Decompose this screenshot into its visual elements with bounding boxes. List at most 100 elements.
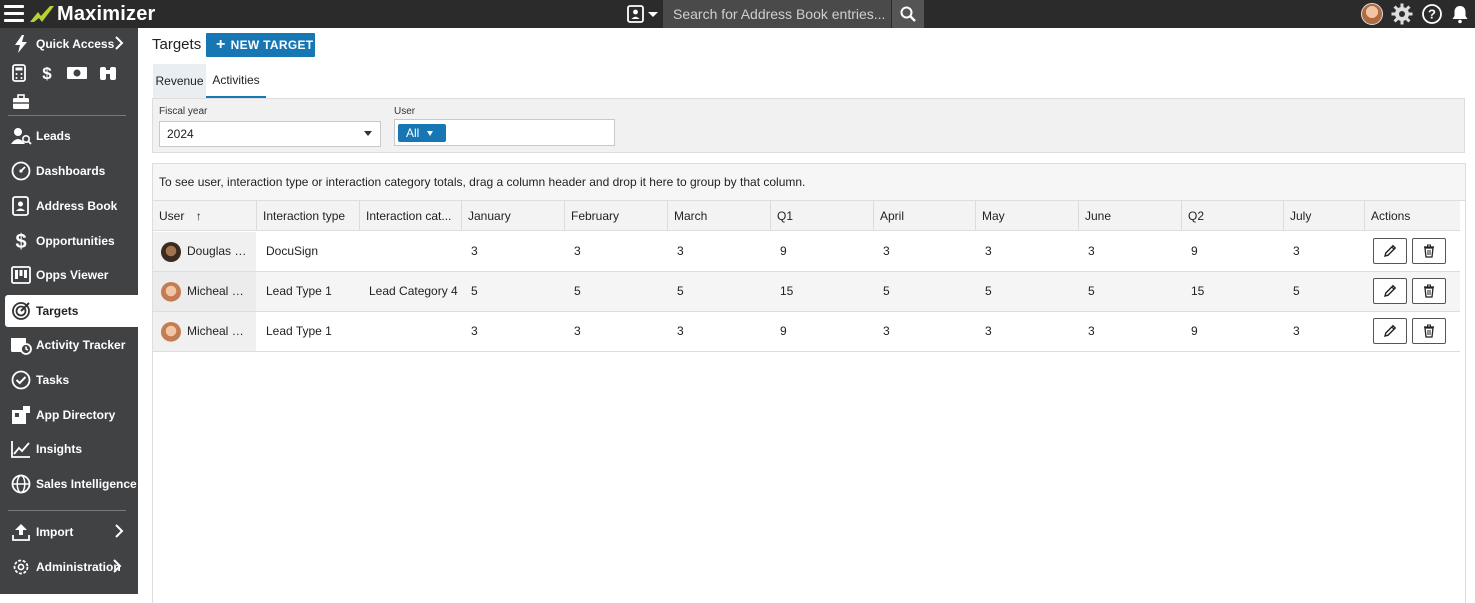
sidebar-item-label: Import xyxy=(36,525,74,539)
trash-icon xyxy=(1424,284,1434,298)
trash-icon xyxy=(1424,244,1434,258)
delete-button[interactable] xyxy=(1412,238,1446,264)
cell-january: 3 xyxy=(471,324,478,338)
app-logo[interactable]: Maximizer xyxy=(28,2,156,26)
globe-icon xyxy=(10,473,32,495)
group-drop-zone[interactable]: To see user, interaction type or interac… xyxy=(153,164,1465,201)
bell-icon[interactable] xyxy=(1451,4,1469,24)
briefcase-icon xyxy=(10,91,32,113)
delete-button[interactable] xyxy=(1412,278,1446,304)
search-icon xyxy=(900,6,916,22)
grid-header: User ↑ Interaction type Interaction cat.… xyxy=(153,201,1460,231)
tab-activities[interactable]: Activities xyxy=(206,64,266,98)
sidebar-item-sales-intelligence[interactable]: Sales Intelligence xyxy=(0,468,138,500)
sidebar-item-administration[interactable]: Administration xyxy=(0,551,138,583)
user-chip-label: All xyxy=(406,126,420,140)
cell-january: 5 xyxy=(471,284,478,298)
delete-button[interactable] xyxy=(1412,318,1446,344)
column-header-interaction-type[interactable]: Interaction type xyxy=(256,201,359,231)
column-header-july[interactable]: July xyxy=(1283,201,1364,231)
sidebar-item-label: App Directory xyxy=(36,408,116,422)
caret-down-icon xyxy=(427,130,434,136)
search-input[interactable] xyxy=(663,0,891,28)
sidebar-item-address-book[interactable]: Address Book xyxy=(0,190,138,222)
binoculars-icon[interactable] xyxy=(98,64,118,82)
gear-icon[interactable] xyxy=(1391,3,1413,25)
main-content: Targets + NEW TARGET Revenue Activities … xyxy=(138,28,1475,603)
sidebar-item-import[interactable]: Import xyxy=(0,516,138,548)
cell-q1: 9 xyxy=(780,244,787,258)
new-target-button[interactable]: + NEW TARGET xyxy=(206,33,315,57)
quick-tools: $ xyxy=(10,64,118,82)
svg-text:$: $ xyxy=(42,64,52,82)
sidebar-item-dashboards[interactable]: Dashboards xyxy=(0,155,138,187)
address-book-picker[interactable] xyxy=(627,4,663,24)
column-header-actions: Actions xyxy=(1364,201,1460,231)
column-header-february[interactable]: February xyxy=(564,201,667,231)
filter-panel: Fiscal year 2024 User All xyxy=(152,98,1465,153)
cell-user: Micheal B... xyxy=(153,312,256,351)
sidebar-item-leads[interactable]: Leads xyxy=(0,120,138,152)
column-header-interaction-category[interactable]: Interaction cat... xyxy=(359,201,461,231)
pencil-icon xyxy=(1384,284,1397,297)
calculator-icon[interactable] xyxy=(10,64,28,82)
cell-june: 5 xyxy=(1088,284,1095,298)
check-circle-icon xyxy=(10,369,32,391)
cell-interaction-category xyxy=(363,232,461,271)
sidebar-item-opportunities[interactable]: $ Opportunities xyxy=(0,225,138,257)
tab-revenue[interactable]: Revenue xyxy=(153,64,206,98)
table-row[interactable]: Micheal B... Lead Type 1 3 3 3 9 3 3 3 9… xyxy=(153,312,1460,352)
column-header-may[interactable]: May xyxy=(975,201,1078,231)
chevron-right-icon xyxy=(115,524,124,538)
sidebar-item-app-directory[interactable]: App Directory xyxy=(0,399,138,431)
dollar-icon[interactable]: $ xyxy=(38,64,56,82)
column-header-q2[interactable]: Q2 xyxy=(1181,201,1283,231)
table-row[interactable]: Micheal B... Lead Type 1 Lead Category 4… xyxy=(153,272,1460,312)
user-chip[interactable]: All xyxy=(398,124,446,142)
dashboard-icon xyxy=(10,160,32,182)
sidebar-item-quick-access[interactable]: Quick Access xyxy=(0,28,138,60)
chart-line-icon xyxy=(10,438,32,460)
user-select[interactable]: All xyxy=(394,119,615,146)
new-target-label: NEW TARGET xyxy=(230,38,314,52)
top-bar: Maximizer ? xyxy=(0,0,1475,28)
table-row[interactable]: Douglas C... DocuSign 3 3 3 9 3 3 3 9 3 xyxy=(153,232,1460,272)
sort-asc-icon: ↑ xyxy=(195,209,202,223)
sidebar-item-tasks[interactable]: Tasks xyxy=(0,364,138,396)
cash-icon[interactable] xyxy=(66,64,88,82)
help-icon[interactable]: ? xyxy=(1421,3,1443,25)
sidebar-item-activity-tracker[interactable]: Activity Tracker xyxy=(0,329,138,361)
cell-february: 5 xyxy=(574,284,581,298)
sidebar-item-label: Dashboards xyxy=(36,164,106,178)
menu-icon[interactable] xyxy=(4,5,24,23)
sidebar-item-label: Insights xyxy=(36,442,83,456)
address-book-icon xyxy=(10,195,32,217)
sidebar-item-opps-viewer[interactable]: Opps Viewer xyxy=(0,259,138,291)
sidebar-item-insights[interactable]: Insights xyxy=(0,433,138,465)
sidebar-divider xyxy=(8,115,126,116)
cell-march: 3 xyxy=(677,324,684,338)
sidebar-item-label: Address Book xyxy=(36,199,118,213)
edit-button[interactable] xyxy=(1373,238,1407,264)
column-header-march[interactable]: March xyxy=(667,201,770,231)
fiscal-year-select[interactable]: 2024 xyxy=(159,121,381,147)
search-button[interactable] xyxy=(892,0,924,28)
sidebar-divider xyxy=(8,510,126,511)
sidebar-item-label: Tasks xyxy=(36,373,70,387)
avatar[interactable] xyxy=(1361,3,1383,25)
sidebar-item-briefcase[interactable] xyxy=(0,87,138,117)
column-header-april[interactable]: April xyxy=(873,201,975,231)
edit-button[interactable] xyxy=(1373,278,1407,304)
cell-march: 5 xyxy=(677,284,684,298)
column-header-january[interactable]: January xyxy=(461,201,564,231)
targets-grid: To see user, interaction type or interac… xyxy=(152,163,1466,603)
column-header-user[interactable]: User ↑ xyxy=(153,201,256,231)
edit-button[interactable] xyxy=(1373,318,1407,344)
sidebar-item-targets[interactable]: Targets xyxy=(5,295,138,327)
cell-may: 3 xyxy=(985,244,992,258)
sidebar-item-label: Opportunities xyxy=(36,234,115,248)
column-header-q1[interactable]: Q1 xyxy=(770,201,873,231)
sidebar-item-label: Activity Tracker xyxy=(36,338,126,352)
column-header-june[interactable]: June xyxy=(1078,201,1181,231)
tab-bar: Revenue Activities xyxy=(153,64,266,98)
